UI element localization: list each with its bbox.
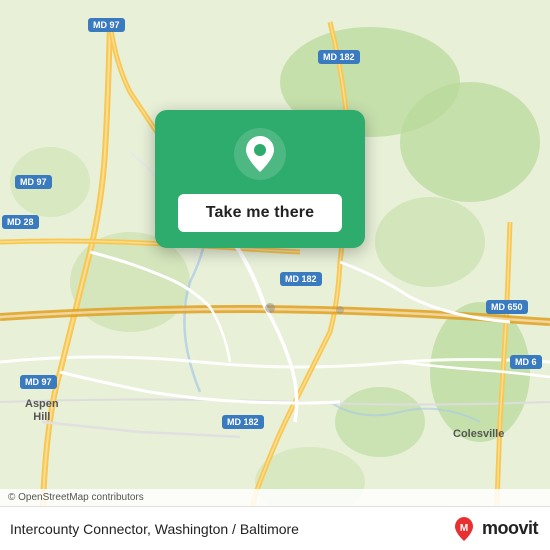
location-title: Intercounty Connector, Washington / Balt… bbox=[10, 521, 450, 537]
map-svg bbox=[0, 0, 550, 550]
map-attribution: © OpenStreetMap contributors bbox=[0, 489, 550, 506]
road-badge-md182-top: MD 182 bbox=[318, 50, 360, 64]
road-badge-md28: MD 28 bbox=[2, 215, 39, 229]
take-me-there-button[interactable]: Take me there bbox=[178, 194, 343, 232]
map-container: MD 97 MD 97 MD 97 MD 28 MD 182 MD 182 MD… bbox=[0, 0, 550, 550]
moovit-text: moovit bbox=[482, 518, 538, 539]
moovit-icon: M bbox=[450, 515, 478, 543]
road-badge-md182-bot: MD 182 bbox=[222, 415, 264, 429]
road-badge-md97-bot: MD 97 bbox=[20, 375, 57, 389]
road-badge-md182-mid: MD 182 bbox=[280, 272, 322, 286]
moovit-logo: M moovit bbox=[450, 515, 538, 543]
location-pin-icon bbox=[234, 128, 286, 180]
place-label-colesville: Colesville bbox=[453, 428, 504, 440]
road-badge-md6: MD 6 bbox=[510, 355, 542, 369]
popup-card: Take me there bbox=[155, 110, 365, 248]
place-label-aspen-hill: AspenHill bbox=[25, 398, 59, 424]
road-badge-md650: MD 650 bbox=[486, 300, 528, 314]
bottom-bar: Intercounty Connector, Washington / Balt… bbox=[0, 506, 550, 550]
road-badge-md97-mid: MD 97 bbox=[15, 175, 52, 189]
svg-text:M: M bbox=[460, 523, 468, 534]
road-badge-md97-top: MD 97 bbox=[88, 18, 125, 32]
